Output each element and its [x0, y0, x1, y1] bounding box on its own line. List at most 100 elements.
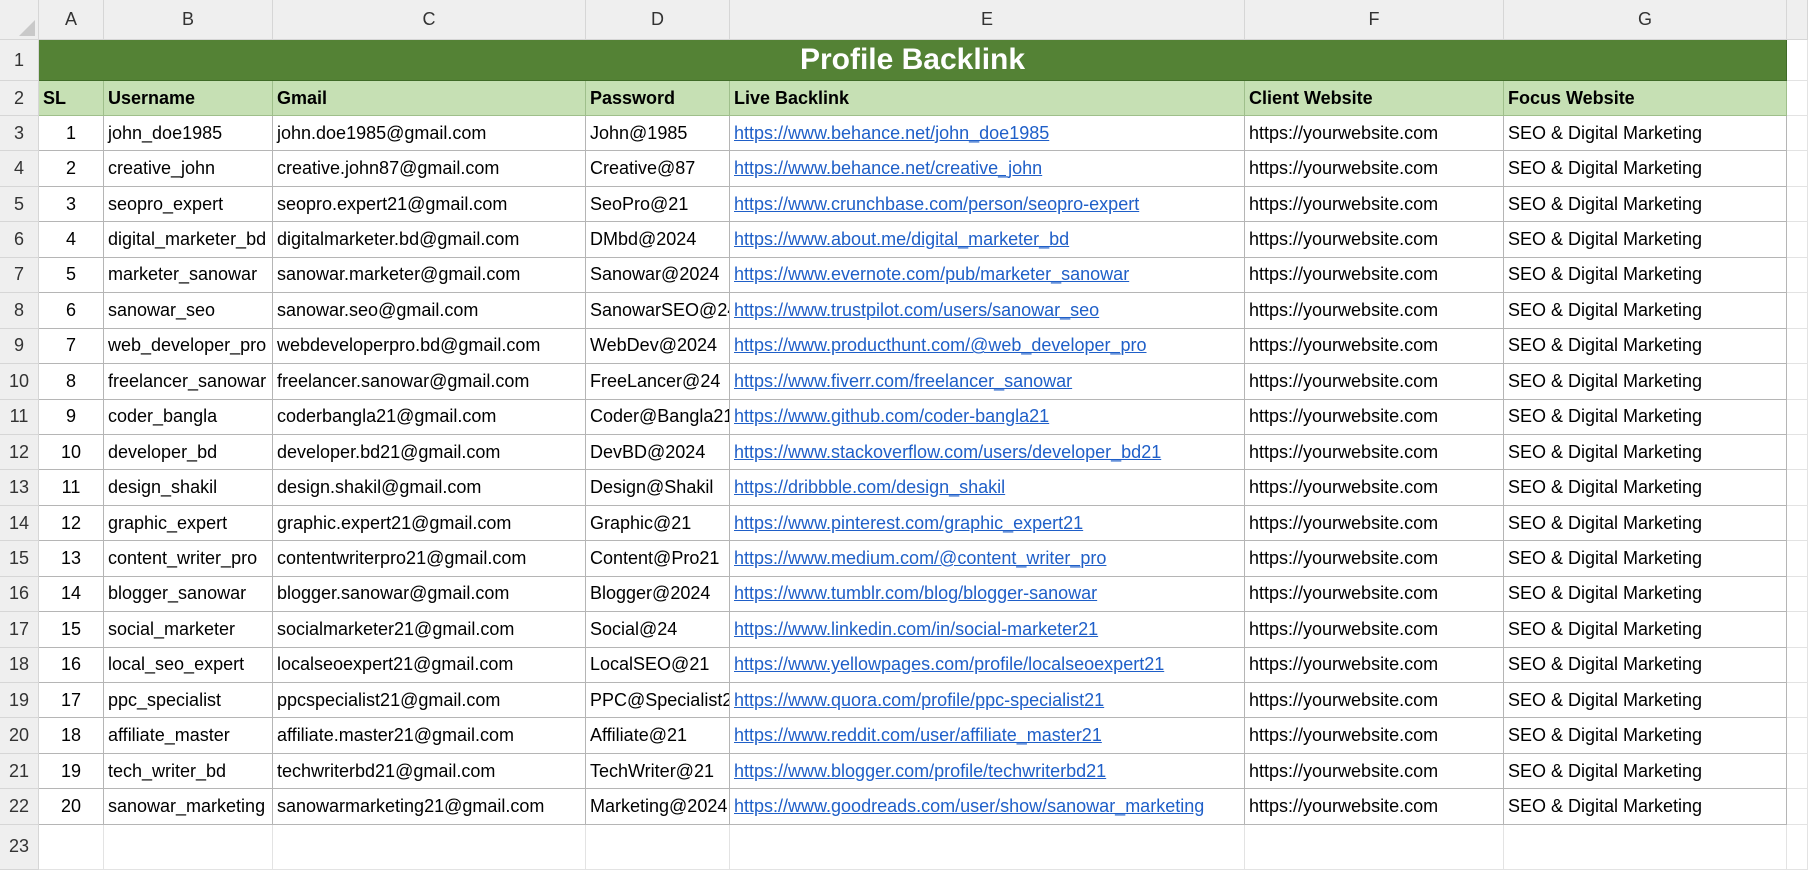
cell-live-backlink[interactable]: https://www.linkedin.com/in/social-marke… — [730, 612, 1245, 648]
cell-gmail[interactable]: digitalmarketer.bd@gmail.com — [273, 222, 586, 258]
row-header[interactable]: 8 — [0, 293, 39, 329]
cell-sl[interactable]: 6 — [39, 293, 104, 329]
backlink-link[interactable]: https://www.blogger.com/profile/techwrit… — [734, 761, 1106, 782]
cell-client-website[interactable]: https://yourwebsite.com — [1245, 541, 1504, 577]
cell-gmail[interactable]: ppcspecialist21@gmail.com — [273, 683, 586, 719]
backlink-link[interactable]: https://www.about.me/digital_marketer_bd — [734, 229, 1069, 250]
header-cell-client-website[interactable]: Client Website — [1245, 81, 1504, 116]
backlink-link[interactable]: https://www.producthunt.com/@web_develop… — [734, 335, 1147, 356]
cell-password[interactable]: PPC@Specialist21 — [586, 683, 730, 719]
header-cell-username[interactable]: Username — [104, 81, 273, 116]
row-header[interactable]: 6 — [0, 222, 39, 258]
row-header[interactable]: 4 — [0, 151, 39, 187]
cell-focus-website[interactable]: SEO & Digital Marketing — [1504, 647, 1787, 683]
cell-client-website[interactable]: https://yourwebsite.com — [1245, 470, 1504, 506]
cell-focus-website[interactable]: SEO & Digital Marketing — [1504, 470, 1787, 506]
cell-password[interactable]: LocalSEO@21 — [586, 647, 730, 683]
empty-cell[interactable] — [1787, 789, 1808, 825]
empty-cell[interactable] — [1787, 505, 1808, 542]
cell-sl[interactable]: 20 — [39, 789, 104, 825]
cell-sl[interactable]: 10 — [39, 434, 104, 471]
cell-live-backlink[interactable]: https://www.about.me/digital_marketer_bd — [730, 222, 1245, 258]
cell-gmail[interactable]: john.doe1985@gmail.com — [273, 116, 586, 152]
cell-gmail[interactable]: sanowar.seo@gmail.com — [273, 293, 586, 329]
cell-focus-website[interactable]: SEO & Digital Marketing — [1504, 257, 1787, 294]
cell-password[interactable]: Creative@87 — [586, 151, 730, 187]
backlink-link[interactable]: https://www.pinterest.com/graphic_expert… — [734, 513, 1083, 534]
cell-username[interactable]: digital_marketer_bd — [104, 222, 273, 258]
cell-focus-website[interactable]: SEO & Digital Marketing — [1504, 399, 1787, 435]
cell-username[interactable]: affiliate_master — [104, 718, 273, 754]
cell-username[interactable]: creative_john — [104, 151, 273, 187]
backlink-link[interactable]: https://www.trustpilot.com/users/sanowar… — [734, 300, 1099, 321]
cell-focus-website[interactable]: SEO & Digital Marketing — [1504, 293, 1787, 329]
empty-cell[interactable] — [1787, 257, 1808, 294]
row-header[interactable]: 12 — [0, 434, 39, 471]
backlink-link[interactable]: https://www.quora.com/profile/ppc-specia… — [734, 690, 1104, 711]
backlink-link[interactable]: https://www.github.com/coder-bangla21 — [734, 406, 1049, 427]
cell-live-backlink[interactable]: https://www.trustpilot.com/users/sanowar… — [730, 293, 1245, 329]
empty-cell[interactable] — [104, 824, 273, 870]
cell-username[interactable]: developer_bd — [104, 434, 273, 471]
cell-client-website[interactable]: https://yourwebsite.com — [1245, 399, 1504, 435]
empty-cell[interactable] — [1787, 40, 1808, 81]
empty-cell[interactable] — [730, 824, 1245, 870]
cell-focus-website[interactable]: SEO & Digital Marketing — [1504, 328, 1787, 365]
empty-cell[interactable] — [1787, 116, 1808, 152]
cell-client-website[interactable]: https://yourwebsite.com — [1245, 505, 1504, 542]
cell-sl[interactable]: 8 — [39, 364, 104, 400]
header-cell-live-backlink[interactable]: Live Backlink — [730, 81, 1245, 116]
row-header[interactable]: 2 — [0, 81, 39, 116]
row-header[interactable]: 11 — [0, 399, 39, 435]
header-cell-sl[interactable]: SL — [39, 81, 104, 116]
empty-cell[interactable] — [1787, 222, 1808, 258]
cell-gmail[interactable]: affiliate.master21@gmail.com — [273, 718, 586, 754]
cell-live-backlink[interactable]: https://www.tumblr.com/blog/blogger-sano… — [730, 576, 1245, 613]
cell-focus-website[interactable]: SEO & Digital Marketing — [1504, 222, 1787, 258]
header-cell-focus-website[interactable]: Focus Website — [1504, 81, 1787, 116]
cell-sl[interactable]: 11 — [39, 470, 104, 506]
cell-username[interactable]: design_shakil — [104, 470, 273, 506]
backlink-link[interactable]: https://www.crunchbase.com/person/seopro… — [734, 194, 1139, 215]
empty-cell[interactable] — [1787, 293, 1808, 329]
cell-live-backlink[interactable]: https://www.behance.net/john_doe1985 — [730, 116, 1245, 152]
empty-cell[interactable] — [1787, 683, 1808, 719]
cell-live-backlink[interactable]: https://dribbble.com/design_shakil — [730, 470, 1245, 506]
cell-password[interactable]: Sanowar@2024 — [586, 257, 730, 294]
cell-password[interactable]: Graphic@21 — [586, 505, 730, 542]
empty-cell[interactable] — [1787, 824, 1808, 870]
cell-client-website[interactable]: https://yourwebsite.com — [1245, 257, 1504, 294]
header-cell-gmail[interactable]: Gmail — [273, 81, 586, 116]
row-header[interactable]: 22 — [0, 789, 39, 825]
cell-sl[interactable]: 7 — [39, 328, 104, 365]
backlink-link[interactable]: https://www.behance.net/john_doe1985 — [734, 123, 1049, 144]
cell-client-website[interactable]: https://yourwebsite.com — [1245, 116, 1504, 152]
row-header[interactable]: 9 — [0, 328, 39, 365]
empty-cell[interactable] — [1787, 151, 1808, 187]
empty-cell[interactable] — [1787, 434, 1808, 471]
cell-live-backlink[interactable]: https://www.github.com/coder-bangla21 — [730, 399, 1245, 435]
cell-username[interactable]: tech_writer_bd — [104, 753, 273, 790]
row-header[interactable]: 23 — [0, 824, 39, 870]
cell-sl[interactable]: 17 — [39, 683, 104, 719]
cell-focus-website[interactable]: SEO & Digital Marketing — [1504, 364, 1787, 400]
column-header-b[interactable]: B — [104, 0, 273, 40]
cell-gmail[interactable]: contentwriterpro21@gmail.com — [273, 541, 586, 577]
row-header[interactable]: 19 — [0, 683, 39, 719]
backlink-link[interactable]: https://www.stackoverflow.com/users/deve… — [734, 442, 1161, 463]
column-header-d[interactable]: D — [586, 0, 730, 40]
cell-gmail[interactable]: design.shakil@gmail.com — [273, 470, 586, 506]
row-header[interactable]: 21 — [0, 753, 39, 790]
cell-live-backlink[interactable]: https://www.medium.com/@content_writer_p… — [730, 541, 1245, 577]
cell-gmail[interactable]: blogger.sanowar@gmail.com — [273, 576, 586, 613]
cell-live-backlink[interactable]: https://www.reddit.com/user/affiliate_ma… — [730, 718, 1245, 754]
cell-client-website[interactable]: https://yourwebsite.com — [1245, 753, 1504, 790]
cell-username[interactable]: local_seo_expert — [104, 647, 273, 683]
cell-gmail[interactable]: socialmarketer21@gmail.com — [273, 612, 586, 648]
cell-live-backlink[interactable]: https://www.fiverr.com/freelancer_sanowa… — [730, 364, 1245, 400]
row-header[interactable]: 3 — [0, 116, 39, 152]
cell-password[interactable]: TechWriter@21 — [586, 753, 730, 790]
cell-client-website[interactable]: https://yourwebsite.com — [1245, 186, 1504, 223]
column-header-e[interactable]: E — [730, 0, 1245, 40]
cell-password[interactable]: SanowarSEO@24 — [586, 293, 730, 329]
